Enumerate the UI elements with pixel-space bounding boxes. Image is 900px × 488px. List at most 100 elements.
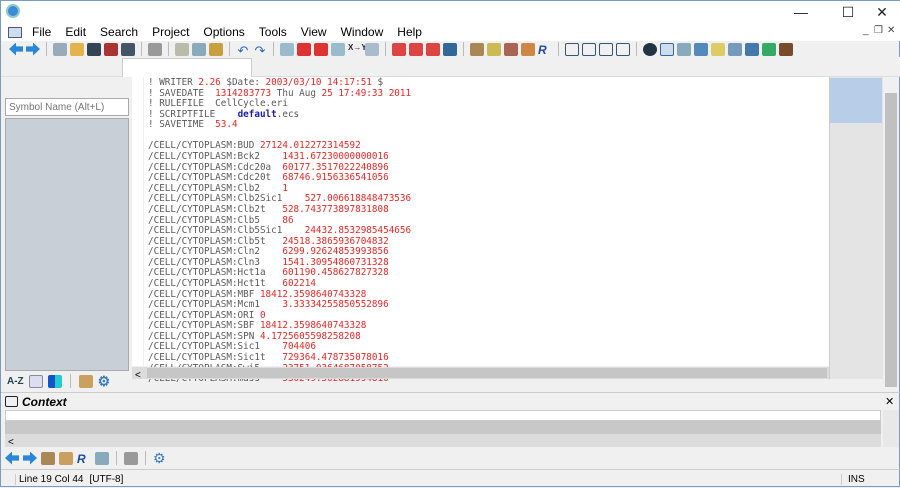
compile-icon[interactable]	[487, 42, 501, 56]
save-icon[interactable]	[87, 42, 101, 56]
menu-view[interactable]: View	[294, 25, 334, 39]
redo-icon[interactable]: ↷	[253, 43, 267, 58]
header-key: ! SAVETIME	[148, 119, 216, 131]
save-as-icon[interactable]	[104, 42, 118, 56]
header-key: ! SCRIPTFILE	[148, 108, 238, 120]
script-icon[interactable]	[694, 42, 708, 56]
variable-path: /CELL/CYTOPLASM:Cdc20t	[148, 172, 283, 184]
layout-4-icon[interactable]	[616, 42, 630, 56]
window-tool-icon[interactable]	[728, 42, 742, 56]
context-close-button[interactable]: ✕	[885, 395, 894, 408]
undo-icon[interactable]: ↶	[236, 43, 250, 58]
cut-icon[interactable]	[175, 42, 189, 56]
layout-1-icon[interactable]	[565, 42, 579, 56]
context-book-icon[interactable]	[59, 451, 73, 465]
goto-icon[interactable]	[365, 42, 379, 56]
context-regex-icon[interactable]: R	[77, 452, 91, 466]
minimize-button[interactable]: —	[786, 1, 816, 23]
mdi-restore-button[interactable]: ❐	[874, 25, 883, 36]
variable-value: 1	[282, 182, 288, 194]
bookmark-prev-icon[interactable]	[409, 42, 423, 56]
context-scroll-left-button[interactable]: <	[5, 437, 14, 448]
bookmark-toggle-icon[interactable]	[392, 42, 406, 56]
document-tab[interactable]	[122, 58, 252, 77]
menu-project[interactable]: Project	[145, 25, 196, 39]
header-value: default	[237, 108, 277, 120]
menu-file[interactable]: File	[25, 25, 58, 39]
menu-search[interactable]: Search	[93, 25, 145, 39]
tree-icon[interactable]	[677, 42, 691, 56]
context-horizontal-scrollbar[interactable]: <	[5, 434, 881, 448]
find-in-files-icon[interactable]	[331, 42, 345, 56]
tool-green-icon[interactable]	[762, 42, 776, 56]
mdi-close-button[interactable]: ✕	[887, 25, 895, 36]
symbol-list[interactable]	[5, 118, 129, 371]
bird-icon[interactable]	[779, 42, 793, 56]
menu-help[interactable]: Help	[390, 25, 429, 39]
app-icon	[6, 4, 20, 18]
back-arrow-icon[interactable]	[9, 42, 23, 56]
variable-path: /CELL/CYTOPLASM:Cln2	[148, 246, 283, 258]
find-up-icon[interactable]	[297, 42, 311, 56]
folder-tool-icon[interactable]	[711, 42, 725, 56]
maximize-button[interactable]: ☐	[833, 1, 863, 23]
bookmark-next-icon[interactable]	[426, 42, 440, 56]
print-icon[interactable]	[148, 42, 162, 56]
minimap-viewport[interactable]	[830, 78, 882, 123]
project-icon[interactable]	[643, 42, 657, 56]
close-button[interactable]: ✕	[867, 1, 897, 23]
copy-icon[interactable]	[192, 42, 206, 56]
paste-icon[interactable]	[209, 42, 223, 56]
build-icon[interactable]	[470, 42, 484, 56]
replace-icon[interactable]: X→Y	[348, 43, 367, 56]
new-file-icon[interactable]	[53, 42, 67, 56]
run-icon[interactable]	[504, 42, 518, 56]
context-toolbar: R ⚙	[5, 451, 167, 466]
debug-icon[interactable]	[521, 42, 535, 56]
sort-az-button[interactable]: A-Z	[7, 376, 24, 387]
lock-icon[interactable]	[124, 451, 138, 465]
menu-tools[interactable]: Tools	[252, 25, 294, 39]
regex-icon[interactable]: R	[538, 43, 552, 57]
context-forward-icon[interactable]	[23, 451, 37, 465]
context-build-icon[interactable]	[41, 451, 55, 465]
context-settings-icon[interactable]: ⚙	[153, 451, 167, 465]
editor-content[interactable]: ! WRITER 2.26 $Date: 2003/03/10 14:17:51…	[148, 77, 411, 385]
context-icon[interactable]	[660, 42, 674, 56]
header-key: ! RULEFILE CellCycle.eri	[148, 98, 288, 110]
variable-path: /CELL/CYTOPLASM:Clb5Sic1	[148, 225, 305, 237]
document-menu-icon[interactable]	[8, 26, 22, 38]
layout-2-icon[interactable]	[582, 42, 596, 56]
variable-value: 528.743773897831808	[282, 203, 389, 215]
context-tree-icon[interactable]	[95, 451, 109, 465]
find-icon[interactable]	[280, 42, 294, 56]
variable-path: /CELL/CYTOPLASM:Hct1t	[148, 277, 283, 289]
open-folder-icon[interactable]	[70, 42, 84, 56]
menu-window[interactable]: Window	[334, 25, 391, 39]
context-back-icon[interactable]	[5, 451, 19, 465]
menu-edit[interactable]: Edit	[58, 25, 93, 39]
menu-options[interactable]: Options	[196, 25, 251, 39]
header-value: 1314283773	[215, 87, 272, 99]
symbol-search-input[interactable]	[5, 98, 129, 116]
settings-gear-icon[interactable]: ⚙	[98, 374, 112, 388]
bookmark-list-icon[interactable]	[443, 42, 457, 56]
save-all-icon[interactable]	[121, 42, 135, 56]
horizontal-scrollbar-thumb[interactable]	[147, 368, 827, 378]
vertical-scrollbar-thumb[interactable]	[885, 93, 897, 387]
find-down-icon[interactable]	[314, 42, 328, 56]
scroll-left-button[interactable]: <	[132, 370, 141, 381]
variable-value: 602214	[282, 277, 316, 289]
header-value: $	[371, 77, 384, 88]
context-input[interactable]	[5, 410, 881, 421]
book-icon[interactable]	[78, 374, 93, 388]
forward-arrow-icon[interactable]	[26, 42, 40, 56]
layout-3-icon[interactable]	[599, 42, 613, 56]
menu-bar: File Edit Search Project Options Tools V…	[1, 23, 900, 41]
mdi-minimize-button[interactable]: _	[863, 25, 869, 36]
variable-value: 27124.012272314592	[259, 140, 361, 152]
plugin-icon[interactable]	[745, 42, 759, 56]
context-vertical-scrollbar[interactable]	[883, 410, 899, 447]
list-view-icon[interactable]	[28, 374, 43, 388]
categories-icon[interactable]	[47, 374, 62, 388]
